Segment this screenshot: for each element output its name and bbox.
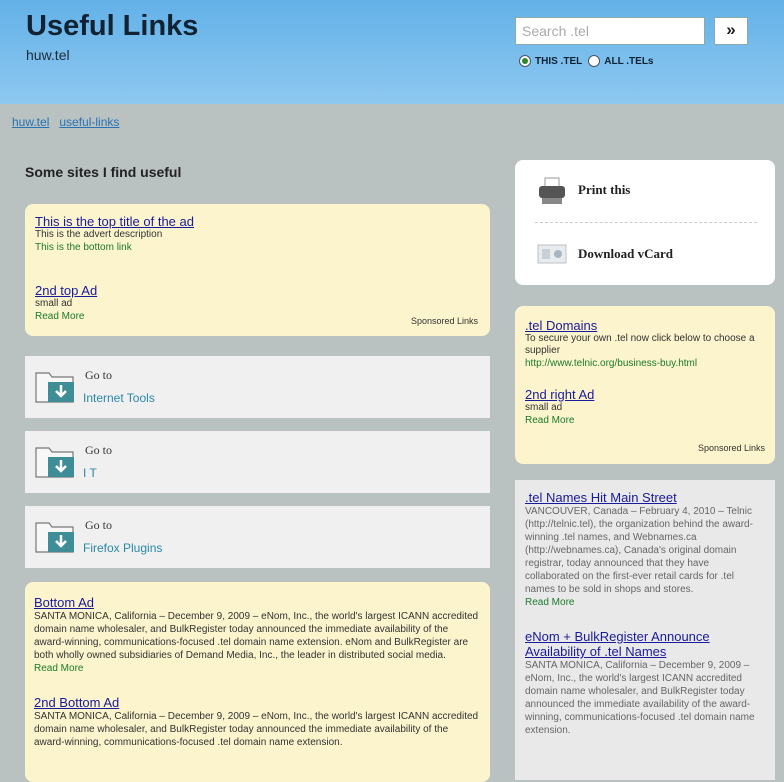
folder-download-icon xyxy=(35,522,74,553)
second-top-ad-title[interactable]: 2nd top Ad xyxy=(35,283,97,298)
second-bottom-ad-body: SANTA MONICA, California – December 9, 2… xyxy=(34,711,479,748)
divider xyxy=(535,222,757,223)
sponsored-links-label: Sponsored Links xyxy=(697,443,765,453)
goto-label: Go to xyxy=(85,368,112,382)
sponsored-links-label: Sponsored Links xyxy=(410,316,478,326)
goto-internet-tools[interactable]: Go to Internet Tools xyxy=(25,356,490,418)
top-ad-description: This is the advert description xyxy=(35,229,163,240)
news-read-more[interactable]: Read More xyxy=(525,596,765,609)
search-button[interactable]: » xyxy=(714,17,748,45)
second-right-ad-description: small ad xyxy=(525,402,563,413)
second-right-ad-title[interactable]: 2nd right Ad xyxy=(525,387,765,402)
right-ad-link[interactable]: http://www.telnic.org/business-buy.html xyxy=(525,357,765,370)
printer-icon xyxy=(539,177,565,204)
header: Useful Links huw.tel » THIS .TEL ALL .TE… xyxy=(0,0,784,104)
breadcrumb-current-link[interactable]: useful-links xyxy=(59,115,119,129)
folder-download-icon xyxy=(35,447,74,478)
vcard-icon xyxy=(537,244,567,264)
top-ad-box: This is the top title of the ad This is … xyxy=(25,204,490,336)
news-title[interactable]: eNom + BulkRegister Announce Availabilit… xyxy=(525,629,765,659)
breadcrumb-home-link[interactable]: huw.tel xyxy=(12,115,49,129)
news-box: .tel Names Hit Main Street VANCOUVER, Ca… xyxy=(515,480,775,780)
goto-target-link[interactable]: Firefox Plugins xyxy=(83,541,162,555)
goto-it[interactable]: Go to I T xyxy=(25,431,490,493)
site-subtitle: huw.tel xyxy=(26,47,70,63)
top-ad-title[interactable]: This is the top title of the ad xyxy=(35,214,194,229)
print-button[interactable]: Print this xyxy=(515,160,775,220)
goto-label: Go to xyxy=(85,443,112,457)
search-scope: THIS .TEL ALL .TELs xyxy=(519,55,660,67)
radio-all-tels-label[interactable]: ALL .TELs xyxy=(604,56,653,67)
download-vcard-button[interactable]: Download vCard xyxy=(515,224,775,284)
second-top-ad-description: small ad xyxy=(35,298,73,309)
right-ad-title[interactable]: .tel Domains xyxy=(525,318,765,333)
second-top-ad-read-more[interactable]: Read More xyxy=(35,310,97,323)
breadcrumb: huw.tel useful-links xyxy=(12,115,129,129)
second-bottom-ad-title[interactable]: 2nd Bottom Ad xyxy=(34,695,480,710)
news-body: SANTA MONICA, California – December 9, 2… xyxy=(525,660,755,736)
print-label: Print this xyxy=(578,182,631,197)
radio-this-tel[interactable] xyxy=(519,55,531,67)
radio-this-tel-label[interactable]: THIS .TEL xyxy=(535,56,582,67)
vcard-label: Download vCard xyxy=(578,246,673,261)
goto-target-link[interactable]: I T xyxy=(83,466,97,480)
right-ad-box: .tel Domains To secure your own .tel now… xyxy=(515,306,775,464)
folder-download-icon xyxy=(35,372,74,403)
goto-label: Go to xyxy=(85,518,112,532)
bottom-ad-read-more[interactable]: Read More xyxy=(34,662,480,675)
section-heading: Some sites I find useful xyxy=(25,164,182,180)
top-ad-link[interactable]: This is the bottom link xyxy=(35,241,194,254)
right-ad-description: To secure your own .tel now click below … xyxy=(525,333,755,356)
second-right-ad-read-more[interactable]: Read More xyxy=(525,414,765,427)
radio-all-tels[interactable] xyxy=(588,55,601,67)
actions-box: Print this Download vCard xyxy=(515,160,775,285)
bottom-ad-body: SANTA MONICA, California – December 9, 2… xyxy=(34,611,479,661)
page-title: Useful Links xyxy=(26,10,199,42)
bottom-ad-box: Bottom Ad SANTA MONICA, California – Dec… xyxy=(25,582,490,782)
goto-firefox-plugins[interactable]: Go to Firefox Plugins xyxy=(25,506,490,568)
search-input[interactable] xyxy=(515,17,705,45)
news-title[interactable]: .tel Names Hit Main Street xyxy=(525,490,765,505)
bottom-ad-title[interactable]: Bottom Ad xyxy=(34,595,480,610)
news-body: VANCOUVER, Canada – February 4, 2010 – T… xyxy=(525,506,753,595)
goto-target-link[interactable]: Internet Tools xyxy=(83,391,155,405)
